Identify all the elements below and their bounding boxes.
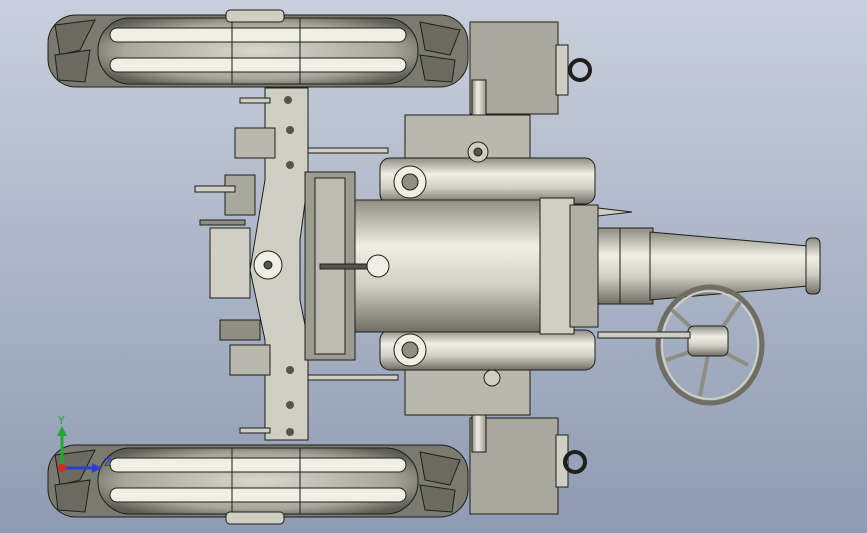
wheel-hub-bottom[interactable] [225, 511, 285, 525]
muzzle[interactable] [805, 237, 821, 295]
wheel-top[interactable] [47, 9, 469, 88]
wheel-hub-top[interactable] [225, 9, 285, 23]
coordinate-triad: Y Z [57, 414, 112, 473]
y-axis-label: Y [57, 414, 65, 427]
elevation-knob[interactable] [366, 254, 390, 278]
handwheel-shaft[interactable] [597, 331, 691, 339]
cad-viewport[interactable] [0, 0, 867, 533]
z-axis-label: Z [104, 456, 112, 469]
